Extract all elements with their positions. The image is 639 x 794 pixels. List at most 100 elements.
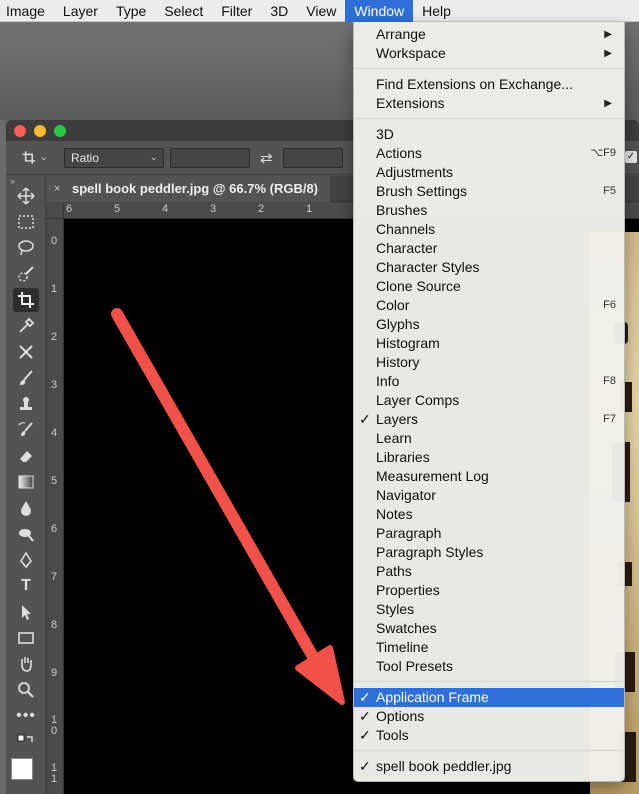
ratio-height-input[interactable] [282, 147, 343, 168]
marquee-icon[interactable] [13, 210, 39, 234]
menu-item-label: Paragraph [376, 525, 442, 541]
menu-item-3d[interactable]: 3D [354, 125, 624, 144]
eyedropper-icon[interactable] [13, 314, 39, 338]
menu-item-styles[interactable]: Styles [354, 600, 624, 619]
crop-preset-icon[interactable]: ⌄ [22, 146, 48, 170]
checkmark-icon: ✓ [359, 411, 371, 427]
swap-icon[interactable]: ⇄ [260, 149, 273, 167]
menu-item-layers[interactable]: ✓ Layers F7 [354, 410, 624, 429]
menu-item-tool-presets[interactable]: Tool Presets [354, 657, 624, 676]
ratio-select[interactable]: Ratio ⌄ [64, 147, 164, 168]
foreground-color-swatch[interactable] [11, 758, 33, 780]
menu-item-options[interactable]: ✓ Options [354, 707, 624, 726]
menu-item-workspace[interactable]: Workspace ▶ [354, 44, 624, 63]
menu-help[interactable]: Help [413, 0, 460, 22]
menu-image[interactable]: Image [0, 0, 54, 22]
path-select-icon[interactable] [13, 600, 39, 624]
menu-item-adjustments[interactable]: Adjustments [354, 163, 624, 182]
menu-item-application-frame[interactable]: ✓ Application Frame [354, 688, 624, 707]
rectangle-icon[interactable] [13, 626, 39, 650]
menu-layer[interactable]: Layer [54, 0, 107, 22]
menu-item-paragraph[interactable]: Paragraph [354, 524, 624, 543]
dodge-icon[interactable] [13, 522, 39, 546]
menu-item-label: Options [376, 708, 425, 724]
menu-item-brushes[interactable]: Brushes [354, 201, 624, 220]
menu-item-measurement-log[interactable]: Measurement Log [354, 467, 624, 486]
eraser-icon[interactable] [13, 444, 39, 468]
quick-select-icon[interactable] [13, 262, 39, 286]
checkmark-icon: ✓ [359, 727, 371, 743]
blur-icon[interactable] [13, 496, 39, 520]
menu-item-paragraph-styles[interactable]: Paragraph Styles [354, 543, 624, 562]
menu-item-open-document[interactable]: ✓ spell book peddler.jpg [354, 757, 624, 776]
zoom-icon[interactable] [13, 678, 39, 702]
menu-item-shortcut: F6 [603, 299, 616, 311]
history-brush-icon[interactable] [13, 418, 39, 442]
menu-item-label: Layer Comps [376, 392, 460, 408]
menu-item-extensions[interactable]: Extensions ▶ [354, 94, 624, 113]
menu-item-learn[interactable]: Learn [354, 429, 624, 448]
menu-item-channels[interactable]: Channels [354, 220, 624, 239]
healing-icon[interactable] [13, 340, 39, 364]
menu-item-label: Info [376, 373, 400, 389]
type-icon[interactable]: T [13, 574, 39, 598]
menu-filter[interactable]: Filter [212, 0, 261, 22]
menu-item-find-extensions[interactable]: Find Extensions on Exchange... [354, 75, 624, 94]
menu-item-glyphs[interactable]: Glyphs [354, 315, 624, 334]
menu-item-arrange[interactable]: Arrange ▶ [354, 25, 624, 44]
menu-3d[interactable]: 3D [261, 0, 297, 22]
ruler-tick: 4 [51, 427, 58, 439]
menu-item-properties[interactable]: Properties [354, 581, 624, 600]
submenu-arrow-icon: ▶ [604, 98, 612, 109]
menu-item-paths[interactable]: Paths [354, 562, 624, 581]
menu-item-label: Learn [376, 430, 412, 446]
move-icon[interactable] [13, 184, 39, 208]
more-icon[interactable]: ••• [13, 704, 39, 728]
stamp-icon[interactable] [13, 392, 39, 416]
ruler-tick: 8 [51, 619, 58, 631]
menu-item-label: Properties [376, 582, 440, 598]
menu-type[interactable]: Type [107, 0, 155, 22]
menu-item-clone-source[interactable]: Clone Source [354, 277, 624, 296]
lasso-icon[interactable] [13, 236, 39, 260]
menu-item-tools[interactable]: ✓ Tools [354, 726, 624, 745]
menu-item-notes[interactable]: Notes [354, 505, 624, 524]
menu-item-character-styles[interactable]: Character Styles [354, 258, 624, 277]
menu-item-label: 3D [376, 126, 394, 142]
menu-item-color[interactable]: Color F6 [354, 296, 624, 315]
ratio-width-input[interactable] [170, 147, 250, 168]
menu-view[interactable]: View [297, 0, 345, 22]
option-checkbox[interactable]: ✓ [625, 151, 637, 163]
menu-item-info[interactable]: Info F8 [354, 372, 624, 391]
close-icon[interactable]: × [54, 176, 60, 202]
document-tab[interactable]: × spell book peddler.jpg @ 66.7% (RGB/8) [46, 176, 331, 202]
menu-item-swatches[interactable]: Swatches [354, 619, 624, 638]
menu-item-label: Paragraph Styles [376, 544, 484, 560]
menu-item-navigator[interactable]: Navigator [354, 486, 624, 505]
hand-icon[interactable] [13, 652, 39, 676]
menu-item-brush-settings[interactable]: Brush Settings F5 [354, 182, 624, 201]
menu-window[interactable]: Window [345, 0, 414, 22]
menu-select[interactable]: Select [155, 0, 212, 22]
menu-item-label: Character Styles [376, 259, 480, 275]
swap-colors-icon[interactable] [13, 731, 39, 755]
pen-icon[interactable] [13, 548, 39, 572]
crop-icon[interactable] [13, 288, 39, 312]
menu-item-libraries[interactable]: Libraries [354, 448, 624, 467]
menu-item-label: Color [376, 297, 410, 313]
menu-item-character[interactable]: Character [354, 239, 624, 258]
menu-item-label: Styles [376, 601, 415, 617]
menu-item-label: Libraries [376, 449, 430, 465]
menu-item-shortcut: ⌥F9 [590, 147, 616, 159]
gradient-icon[interactable] [13, 470, 39, 494]
menu-item-actions[interactable]: Actions ⌥F9 [354, 144, 624, 163]
close-window-button[interactable] [14, 124, 26, 137]
menu-item-layer-comps[interactable]: Layer Comps [354, 391, 624, 410]
menu-item-history[interactable]: History [354, 353, 624, 372]
zoom-window-button[interactable] [54, 124, 66, 137]
checkmark-icon: ✓ [359, 689, 371, 705]
menu-item-timeline[interactable]: Timeline [354, 638, 624, 657]
brush-icon[interactable] [13, 366, 39, 390]
menu-item-histogram[interactable]: Histogram [354, 334, 624, 353]
minimize-window-button[interactable] [34, 124, 46, 137]
